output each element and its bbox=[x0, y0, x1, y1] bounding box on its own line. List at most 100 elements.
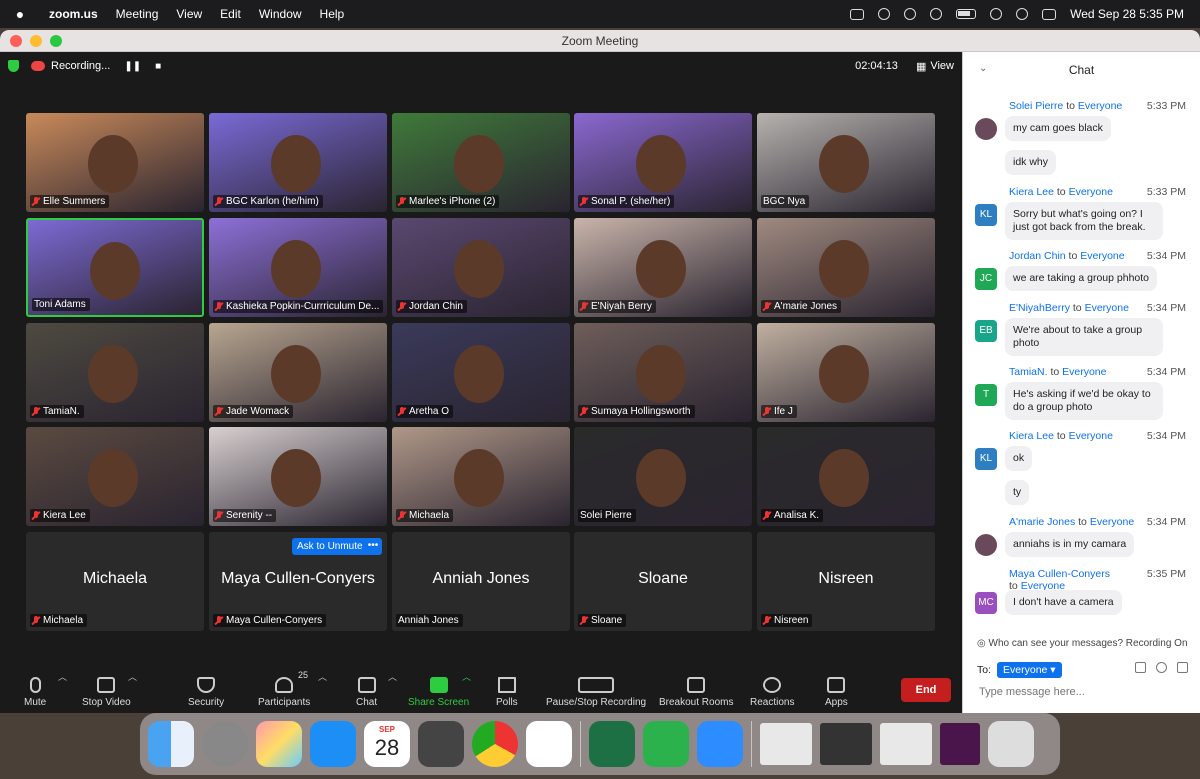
chat-message-bubble[interactable]: we are taking a group phhoto bbox=[1005, 266, 1158, 291]
participants-options-caret[interactable]: ︿ bbox=[318, 670, 327, 683]
file-icon[interactable] bbox=[1135, 662, 1146, 673]
chat-message-bubble[interactable]: my cam goes black bbox=[1005, 116, 1111, 141]
menu-edit[interactable]: Edit bbox=[211, 7, 250, 21]
participant-tile[interactable]: BGC Nya bbox=[757, 113, 935, 212]
bluetooth-icon[interactable] bbox=[878, 8, 891, 20]
more-options-icon[interactable] bbox=[1177, 662, 1188, 673]
zoom-status-icon[interactable] bbox=[850, 8, 865, 20]
pause-stop-recording-button[interactable]: Pause/Stop Recording bbox=[546, 677, 646, 708]
launchpad-icon[interactable] bbox=[256, 721, 302, 767]
battery-icon[interactable] bbox=[956, 9, 977, 19]
zoom-icon[interactable] bbox=[697, 721, 743, 767]
participant-tile[interactable]: Sloane Sloane bbox=[574, 532, 752, 631]
minimize-window-button[interactable] bbox=[30, 34, 42, 47]
pause-recording-icon[interactable]: ❚❚ bbox=[124, 61, 141, 72]
system-preferences-icon[interactable] bbox=[202, 721, 248, 767]
trash-icon[interactable] bbox=[988, 721, 1034, 767]
chat-options-caret[interactable]: ︿ bbox=[388, 670, 397, 683]
stop-video-button[interactable]: Stop Video bbox=[82, 677, 131, 708]
chat-button[interactable]: Chat bbox=[356, 677, 377, 708]
calendar-icon[interactable]: SEP 28 bbox=[364, 721, 410, 767]
participants-button[interactable]: Participants bbox=[258, 677, 310, 708]
excel-icon[interactable] bbox=[589, 721, 635, 767]
who-can-see-notice[interactable]: ◎ Who can see your messages? Recording O… bbox=[977, 638, 1188, 649]
chat-message-bubble[interactable]: He's asking if we'd be okay to do a grou… bbox=[1005, 382, 1163, 420]
participant-tile[interactable]: TamiaN. bbox=[26, 323, 204, 422]
participant-tile[interactable]: Marlee's iPhone (2) bbox=[392, 113, 570, 212]
participant-tile[interactable]: Jade Womack bbox=[209, 323, 387, 422]
mute-button[interactable]: Mute bbox=[24, 677, 46, 708]
video-options-caret[interactable]: ︿ bbox=[128, 670, 137, 683]
menu-window[interactable]: Window bbox=[250, 7, 311, 21]
tile-more-button[interactable]: ••• bbox=[364, 538, 382, 555]
encryption-shield-icon[interactable] bbox=[8, 60, 19, 72]
slack-icon[interactable] bbox=[526, 721, 572, 767]
numbers-icon[interactable] bbox=[643, 721, 689, 767]
chat-message-bubble[interactable]: ty bbox=[1005, 480, 1030, 505]
participant-tile[interactable]: Aretha O bbox=[392, 323, 570, 422]
sender-name[interactable]: E'NiyahBerry bbox=[1009, 302, 1070, 314]
participant-tile[interactable]: Analisa K. bbox=[757, 427, 935, 526]
menu-view[interactable]: View bbox=[167, 7, 211, 21]
participant-tile[interactable]: Serenity -- bbox=[209, 427, 387, 526]
audio-options-caret[interactable]: ︿ bbox=[58, 670, 67, 683]
security-button[interactable]: Security bbox=[188, 677, 224, 708]
apps-button[interactable]: Apps bbox=[825, 677, 848, 708]
chrome-window-thumbnail[interactable] bbox=[820, 723, 872, 765]
search-icon[interactable] bbox=[1016, 8, 1029, 20]
participant-tile[interactable]: E'Niyah Berry bbox=[574, 218, 752, 317]
chrome-icon[interactable] bbox=[472, 721, 518, 767]
participant-tile[interactable]: Anniah Jones Anniah Jones bbox=[392, 532, 570, 631]
emoji-icon[interactable] bbox=[1156, 662, 1167, 673]
sender-name[interactable]: TamiaN. bbox=[1009, 366, 1048, 378]
menu-clock[interactable]: Wed Sep 28 5:35 PM bbox=[1070, 7, 1184, 21]
avatar[interactable]: KL bbox=[975, 204, 997, 226]
participant-tile[interactable]: Kiera Lee bbox=[26, 427, 204, 526]
share-screen-button[interactable]: Share Screen bbox=[408, 677, 469, 708]
menu-help[interactable]: Help bbox=[311, 7, 354, 21]
chevron-down-icon[interactable]: ⌄ bbox=[979, 63, 987, 74]
participant-tile[interactable]: Elle Summers bbox=[26, 113, 204, 212]
calculator-icon[interactable] bbox=[418, 721, 464, 767]
participant-tile[interactable]: BGC Karlon (he/him) bbox=[209, 113, 387, 212]
avatar[interactable]: KL bbox=[975, 448, 997, 470]
user-icon[interactable] bbox=[930, 8, 943, 20]
stop-recording-icon[interactable]: ■ bbox=[155, 61, 161, 72]
close-window-button[interactable] bbox=[10, 34, 22, 47]
chat-message-bubble[interactable]: Sorry but what's going on? I just got ba… bbox=[1005, 202, 1163, 240]
app-store-icon[interactable] bbox=[310, 721, 356, 767]
participant-tile[interactable]: Michaela Michaela bbox=[26, 532, 204, 631]
slack-window-thumbnail[interactable] bbox=[940, 723, 980, 765]
chat-message-bubble[interactable]: anniahs is in my camara bbox=[1005, 532, 1135, 557]
participant-tile[interactable]: Sumaya Hollingsworth bbox=[574, 323, 752, 422]
fullscreen-window-button[interactable] bbox=[50, 34, 62, 47]
participant-tile[interactable]: Ife J bbox=[757, 323, 935, 422]
chat-message-input[interactable] bbox=[979, 683, 1189, 701]
control-center-icon[interactable] bbox=[1042, 8, 1057, 20]
avatar[interactable]: T bbox=[975, 384, 997, 406]
menu-meeting[interactable]: Meeting bbox=[107, 7, 168, 21]
sender-name[interactable]: Jordan Chin bbox=[1009, 250, 1066, 262]
wifi-icon[interactable] bbox=[990, 8, 1003, 20]
reactions-button[interactable]: Reactions bbox=[750, 677, 794, 708]
participant-tile[interactable]: Toni Adams bbox=[26, 218, 204, 317]
sender-name[interactable]: A'marie Jones bbox=[1009, 516, 1075, 528]
sender-name[interactable]: Maya Cullen-Conyers bbox=[1009, 568, 1110, 580]
avatar[interactable]: EB bbox=[975, 320, 997, 342]
chat-message-bubble[interactable]: I don't have a camera bbox=[1005, 590, 1122, 615]
sender-name[interactable]: Kiera Lee bbox=[1009, 430, 1054, 442]
play-icon[interactable] bbox=[904, 8, 917, 20]
end-meeting-button[interactable]: End bbox=[901, 678, 951, 702]
chat-message-bubble[interactable]: ok bbox=[1005, 446, 1033, 471]
chat-message-bubble[interactable]: idk why bbox=[1005, 150, 1057, 175]
participant-tile[interactable]: Sonal P. (she/her) bbox=[574, 113, 752, 212]
breakout-rooms-button[interactable]: Breakout Rooms bbox=[659, 677, 733, 708]
avatar[interactable]: JC bbox=[975, 268, 997, 290]
participant-tile[interactable]: Jordan Chin bbox=[392, 218, 570, 317]
finder-icon[interactable] bbox=[148, 721, 194, 767]
avatar[interactable] bbox=[975, 118, 997, 140]
ask-to-unmute-button[interactable]: Ask to Unmute bbox=[292, 538, 368, 555]
avatar[interactable]: MC bbox=[975, 592, 997, 614]
chat-message-bubble[interactable]: We're about to take a group photo bbox=[1005, 318, 1163, 356]
excel-window-thumbnail[interactable] bbox=[880, 723, 932, 765]
